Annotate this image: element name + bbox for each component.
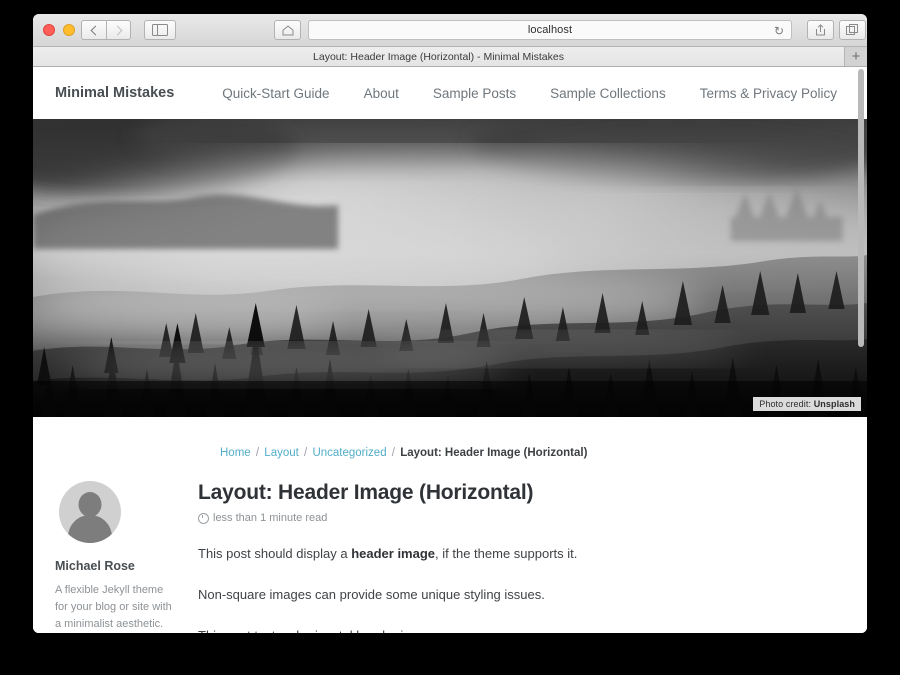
sidebar-toggle-button[interactable] <box>144 20 176 40</box>
share-button[interactable] <box>807 20 834 40</box>
paragraph-text-before: This post should display a <box>198 546 351 561</box>
photo-credit: Photo credit: Unsplash <box>753 397 861 411</box>
paragraph-emphasis: header image <box>351 546 435 561</box>
page-title: Layout: Header Image (Horizontal) <box>198 481 867 505</box>
header-image-graphic <box>33 119 867 417</box>
nav-item-about[interactable]: About <box>364 86 399 101</box>
back-button[interactable] <box>81 20 106 40</box>
sidebar-toggle-icon <box>152 24 168 36</box>
breadcrumb: Home / Layout / Uncategorized / Layout: … <box>220 447 867 459</box>
author-bio: A flexible Jekyll theme for your blog or… <box>55 582 173 633</box>
breadcrumb-item-uncategorized[interactable]: Uncategorized <box>312 447 386 459</box>
forward-button[interactable] <box>106 20 131 40</box>
home-button[interactable] <box>274 20 301 40</box>
home-icon <box>282 25 294 36</box>
site-title-link[interactable]: Minimal Mistakes <box>55 85 174 101</box>
nav-item-quick-start-guide[interactable]: Quick-Start Guide <box>222 86 329 101</box>
breadcrumb-item-home[interactable]: Home <box>220 447 251 459</box>
content-columns: Michael Rose A flexible Jekyll theme for… <box>33 481 867 633</box>
show-tabs-button[interactable] <box>839 20 866 40</box>
paragraph-text: This post tests a horizontal header imag… <box>198 628 439 633</box>
share-icon <box>815 24 826 36</box>
nav-item-terms-privacy-policy[interactable]: Terms & Privacy Policy <box>700 86 837 101</box>
forward-chevron-icon <box>113 25 123 35</box>
page-content: Home / Layout / Uncategorized / Layout: … <box>33 417 867 633</box>
post-paragraph: Non-square images can provide some uniqu… <box>198 585 867 606</box>
author-name: Michael Rose <box>55 559 188 573</box>
avatar <box>59 481 121 543</box>
tab-bar: Layout: Header Image (Horizontal) - Mini… <box>33 47 867 67</box>
page-scrollbar[interactable] <box>857 69 865 632</box>
new-tab-label: + <box>852 49 861 64</box>
browser-window: localhost ↻ Layout: Header Image (Horizo… <box>33 14 867 633</box>
post-paragraph: This post tests a horizontal header imag… <box>198 626 867 633</box>
browser-tab[interactable]: Layout: Header Image (Horizontal) - Mini… <box>33 47 845 66</box>
reload-icon[interactable]: ↻ <box>774 24 784 38</box>
address-bar[interactable]: localhost ↻ <box>308 20 792 40</box>
avatar-placeholder-body <box>68 515 112 543</box>
breadcrumb-item-current: Layout: Header Image (Horizontal) <box>400 447 587 459</box>
tab-title: Layout: Header Image (Horizontal) - Mini… <box>313 51 564 63</box>
avatar-placeholder-icon <box>79 492 102 517</box>
photo-credit-link[interactable]: Unsplash <box>814 399 855 409</box>
breadcrumb-item-layout[interactable]: Layout <box>264 447 299 459</box>
article: Layout: Header Image (Horizontal) less t… <box>188 481 867 633</box>
page-viewport: Minimal Mistakes Quick-Start Guide About… <box>33 67 867 633</box>
clock-icon <box>198 513 209 524</box>
author-sidebar: Michael Rose A flexible Jekyll theme for… <box>33 481 188 633</box>
url-text: localhost <box>528 24 572 36</box>
breadcrumb-separator: / <box>392 447 395 459</box>
breadcrumb-separator: / <box>256 447 259 459</box>
primary-navigation: Quick-Start Guide About Sample Posts Sam… <box>222 86 837 101</box>
breadcrumb-separator: / <box>304 447 307 459</box>
scrollbar-thumb[interactable] <box>858 69 864 347</box>
show-tabs-icon <box>846 24 859 36</box>
close-window-button[interactable] <box>43 24 55 36</box>
read-time-label: less than 1 minute read <box>213 512 327 524</box>
minimize-window-button[interactable] <box>63 24 75 36</box>
new-tab-button[interactable]: + <box>845 47 867 66</box>
browser-toolbar: localhost ↻ <box>33 14 867 47</box>
header-image: Photo credit: Unsplash <box>33 119 867 417</box>
post-paragraph: This post should display a header image,… <box>198 544 867 565</box>
back-chevron-icon <box>90 25 100 35</box>
read-time: less than 1 minute read <box>198 512 867 524</box>
paragraph-text-after: , if the theme supports it. <box>435 546 577 561</box>
paragraph-text: Non-square images can provide some uniqu… <box>198 587 545 602</box>
nav-item-sample-posts[interactable]: Sample Posts <box>433 86 516 101</box>
site-masthead: Minimal Mistakes Quick-Start Guide About… <box>33 67 867 119</box>
nav-item-sample-collections[interactable]: Sample Collections <box>550 86 666 101</box>
photo-credit-prefix: Photo credit: <box>759 399 811 409</box>
